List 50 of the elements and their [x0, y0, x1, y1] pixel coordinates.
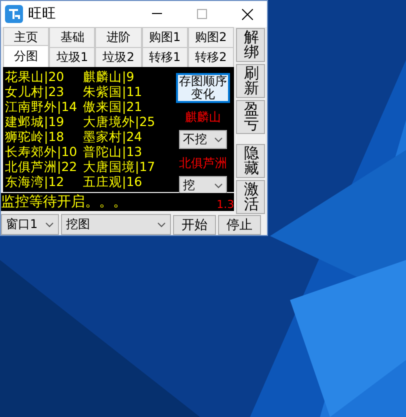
map-entry: 墨家村|24: [83, 129, 144, 144]
tab[interactable]: 垃圾1: [49, 47, 96, 67]
side-button[interactable]: 刷新: [236, 64, 266, 98]
map-entry: 狮驼岭|18: [5, 129, 66, 144]
map-entry: 大唐境外|25: [83, 114, 156, 129]
map-entry: 江南野外|14: [5, 99, 78, 114]
order-button[interactable]: 存图顺序变化: [176, 73, 230, 103]
caret-icon: [157, 222, 166, 228]
map-entry: 长寿郊外|10: [5, 144, 78, 159]
map-entry: 东海湾|12: [5, 174, 66, 189]
mode-select[interactable]: 挖图: [61, 214, 171, 235]
map-label: 麒麟山: [185, 109, 222, 126]
side-button[interactable]: 盈亏: [236, 100, 266, 134]
caret-icon: [45, 222, 54, 228]
caret-icon: [214, 182, 224, 188]
map-entry: 北俱芦洲|22: [5, 159, 78, 174]
tab[interactable]: 购图2: [188, 27, 234, 47]
status-text: 监控等待开启。。。: [1, 193, 127, 211]
side-button[interactable]: 解绑: [236, 28, 266, 62]
window-select[interactable]: 窗口1: [1, 214, 59, 235]
action-button[interactable]: 停止: [218, 214, 261, 234]
tab[interactable]: 主页: [3, 27, 50, 47]
tab[interactable]: 垃圾2: [95, 47, 142, 67]
tab[interactable]: 购图1: [142, 27, 188, 47]
map-entry: 花果山|20: [5, 69, 66, 84]
map-entry: 女儿村|23: [5, 84, 66, 99]
side-button[interactable]: 隐藏: [236, 144, 266, 178]
tab[interactable]: 基础: [49, 27, 96, 47]
tab[interactable]: 转移1: [142, 47, 188, 67]
map-entry: 朱紫国|11: [83, 84, 144, 99]
tab[interactable]: 进阶: [95, 27, 142, 47]
map-entry: 五庄观|16: [83, 174, 144, 189]
window-title: 旺旺: [28, 5, 57, 23]
action-button[interactable]: 开始: [173, 214, 216, 234]
map-entry: 麒麟山|9: [83, 69, 136, 84]
caret-icon: [214, 136, 224, 142]
close-icon: [242, 8, 252, 20]
map-entry: 普陀山|13: [83, 144, 144, 159]
dig-select[interactable]: 不挖: [179, 130, 228, 149]
map-entry: 傲来国|21: [83, 99, 144, 114]
tab[interactable]: 分图: [3, 45, 50, 67]
maximize-icon: [197, 9, 207, 19]
side-button[interactable]: 激活: [236, 180, 266, 214]
app-icon: [5, 5, 23, 23]
minimize-icon: [152, 13, 162, 15]
map-entry: 建邺城|19: [5, 114, 66, 129]
tab[interactable]: 转移2: [188, 47, 234, 67]
map-label: 北俱芦洲: [179, 155, 228, 172]
map-entry: 大唐国境|17: [83, 159, 156, 174]
version-text: 1.3: [216, 198, 234, 211]
